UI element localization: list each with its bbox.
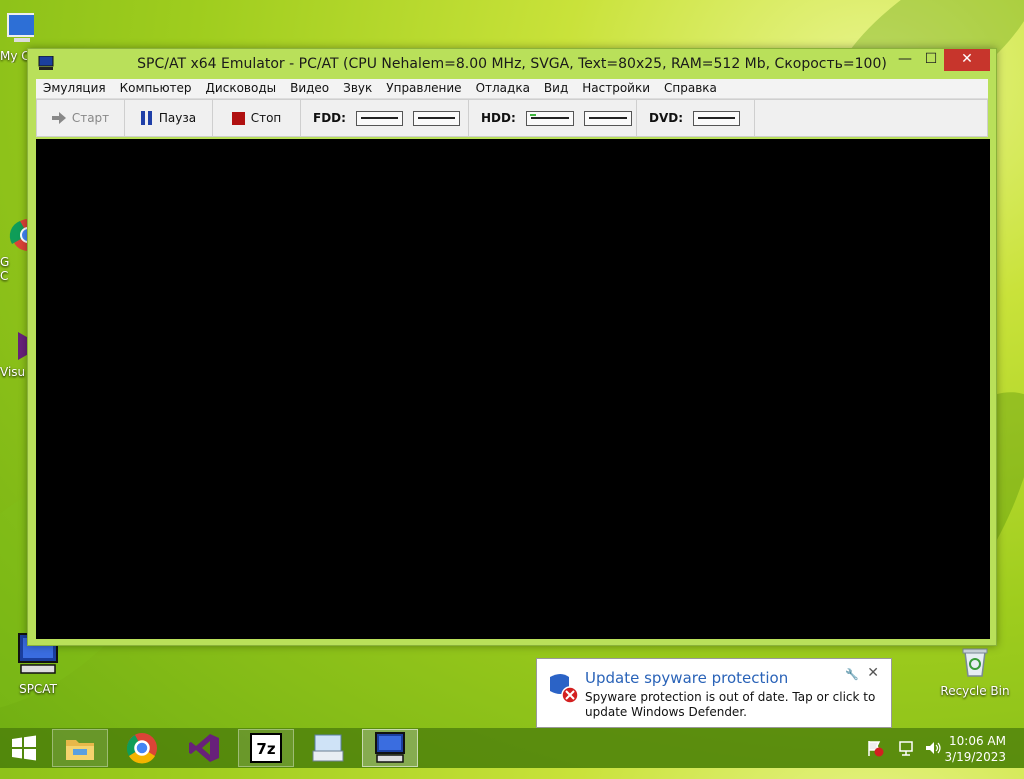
menu-item-settings[interactable]: Настройки [575,79,657,98]
activity-led-icon [529,113,536,116]
menu-bar: Эмуляция Компьютер Дисководы Видео Звук Управ… [36,79,988,99]
stop-icon [231,111,245,125]
system-tray [866,728,942,768]
dvd-group: DVD: [637,100,755,136]
floppy-drive-b-icon[interactable] [412,110,460,126]
volume-icon[interactable] [924,739,942,757]
stop-button-label: Стоп [250,111,282,125]
taskbar-spcat-emulator[interactable] [362,729,418,767]
window-title: SPC/AT x64 Emulator - PC/AT (CPU Nehalem… [137,56,887,72]
start-menu-button[interactable] [0,728,48,768]
taskbar-file-explorer[interactable] [52,729,108,767]
wrench-icon[interactable]: 🔧 [845,668,859,681]
close-button[interactable]: ✕ [944,49,990,71]
taskbar-visual-studio[interactable] [176,729,232,767]
desktop-icon-label: SPCAT [19,682,57,696]
menu-item-video[interactable]: Видео [283,79,336,98]
hard-drive-0-icon[interactable] [525,110,574,126]
visual-studio-icon [189,734,219,762]
dvd-label: DVD: [649,111,684,125]
folder-icon [66,740,94,760]
pause-button[interactable]: Пауза [125,100,213,136]
emulator-window: SPC/AT x64 Emulator - PC/AT (CPU Nehalem… [27,48,997,646]
windows-logo-icon [12,735,36,761]
menu-item-computer[interactable]: Компьютер [113,79,199,98]
clock-time: 10:06 AM [949,734,1006,748]
menu-item-sound[interactable]: Звук [336,79,379,98]
defender-warning-icon [550,674,579,704]
notification-close-icon[interactable]: ✕ [867,665,879,681]
menu-item-help[interactable]: Справка [657,79,724,98]
desktop-icon-recycle-bin[interactable]: Recycle Bin [937,644,1013,698]
menu-item-view[interactable]: Вид [537,79,575,98]
stop-button[interactable]: Стоп [213,100,301,136]
notification-title: Update spyware protection [585,669,789,687]
fdd-label: FDD: [313,111,346,125]
fdd-group: FDD: [301,100,469,136]
toolbar: Старт Пауза Стоп FDD: HDD: DVD: [36,99,988,137]
keyboard-icon [312,734,344,762]
monitor-icon [375,732,405,763]
dvd-drive-icon[interactable] [693,110,741,126]
pause-button-label: Пауза [158,111,197,125]
floppy-drive-a-icon[interactable] [355,110,403,126]
menu-item-drives[interactable]: Дисководы [199,79,284,98]
recycle-bin-icon [962,648,988,677]
computer-icon [7,13,34,42]
7zip-icon: 7z [250,733,282,763]
svg-text:7z: 7z [256,740,275,758]
taskbar-7zip[interactable]: 7z [238,729,294,767]
hdd-label: HDD: [481,111,516,125]
chrome-icon [126,733,157,764]
emulator-display[interactable] [36,139,990,639]
network-icon[interactable] [898,739,916,757]
menu-item-debug[interactable]: Отладка [469,79,537,98]
menu-item-emulation[interactable]: Эмуляция [36,79,113,98]
arrow-right-icon [51,112,66,124]
pause-icon [140,111,152,125]
maximize-button[interactable]: ☐ [918,49,944,71]
taskbar-clock[interactable]: 10:06 AM 3/19/2023 [944,733,1006,765]
hard-drive-1-icon[interactable] [583,110,632,126]
notification-toast[interactable]: Update spyware protection Spyware protec… [536,658,892,728]
clock-date: 3/19/2023 [944,750,1006,764]
taskbar-chrome[interactable] [114,729,170,767]
hdd-group: HDD: [469,100,637,136]
menu-item-control[interactable]: Управление [379,79,468,98]
action-center-flag-icon[interactable] [866,739,884,757]
desktop-icon-label: Recycle Bin [940,684,1010,698]
start-button[interactable]: Старт [37,100,125,136]
taskbar-osk[interactable] [300,729,356,767]
title-bar[interactable]: SPC/AT x64 Emulator - PC/AT (CPU Nehalem… [28,49,996,79]
start-button-label: Старт [71,111,110,125]
notification-body: Spyware protection is out of date. Tap o… [585,690,876,719]
taskbar: 7z 10:06 AM 3/19/2023 [0,728,1024,768]
minimize-button[interactable]: — [892,49,918,71]
